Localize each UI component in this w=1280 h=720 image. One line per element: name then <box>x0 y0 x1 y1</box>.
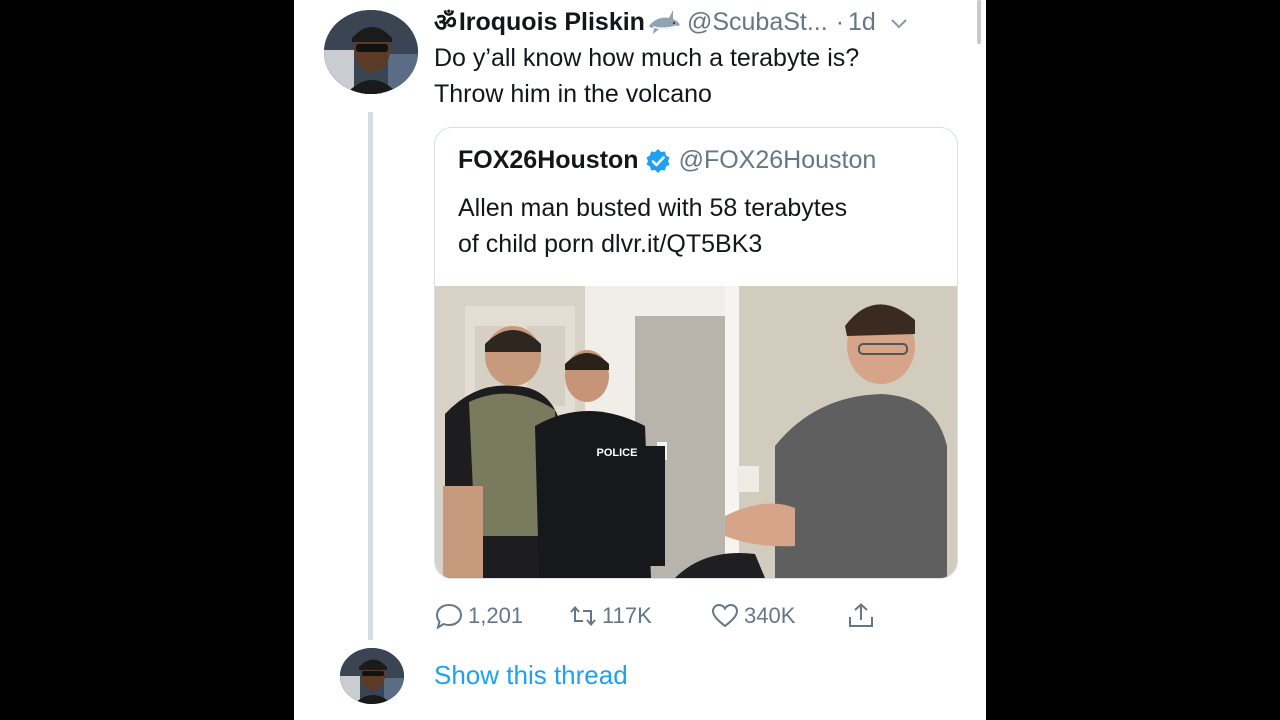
quoted-author-handle[interactable]: @FOX26Houston <box>679 146 877 175</box>
action-bar: 1,201 117K 340K <box>434 596 894 636</box>
show-thread-link[interactable]: Show this thread <box>434 660 628 691</box>
share-icon <box>846 601 876 631</box>
reply-icon <box>434 601 464 631</box>
om-symbol: ॐ <box>434 9 457 37</box>
share-button[interactable] <box>846 596 880 636</box>
thread-connector-line <box>368 112 373 640</box>
quoted-text-line: Allen man busted with 58 terabytes <box>458 194 848 222</box>
retweet-count: 117K <box>602 603 652 628</box>
police-vest-text: POLICE <box>597 447 638 459</box>
reply-button[interactable]: 1,201 <box>434 596 523 636</box>
author-handle[interactable]: @ScubaSt... <box>687 8 828 37</box>
tweet-text-line: Do y’all know how much a terabyte is? <box>434 44 860 72</box>
retweet-icon <box>568 601 598 631</box>
quoted-tweet-card[interactable]: FOX26Houston @FOX26Houston Allen man bus… <box>434 127 958 579</box>
heart-icon <box>710 601 740 631</box>
author-name[interactable]: Iroquois Pliskin <box>459 8 645 37</box>
tweet-header: ॐ Iroquois Pliskin @ScubaSt... · 1d <box>434 4 908 40</box>
quoted-tweet-text: Allen man busted with 58 terabytes of ch… <box>458 190 938 262</box>
separator-dot: · <box>835 7 845 36</box>
shark-icon <box>647 8 681 36</box>
chevron-down-icon[interactable] <box>890 14 908 32</box>
verified-badge-icon <box>645 148 671 174</box>
quoted-author-name[interactable]: FOX26Houston <box>458 146 639 175</box>
reply-count: 1,201 <box>468 603 524 628</box>
like-button[interactable]: 340K <box>710 596 795 636</box>
author-avatar[interactable] <box>324 10 418 94</box>
scrollbar[interactable] <box>977 0 981 44</box>
tweet-text: Do y’all know how much a terabyte is? Th… <box>434 40 974 112</box>
retweet-button[interactable]: 117K <box>568 596 652 636</box>
quoted-tweet-photo[interactable]: POLICE <box>435 286 957 578</box>
quoted-text-line: of child porn dlvr.it/QT5BK3 <box>458 230 763 258</box>
like-count: 340K <box>744 603 796 628</box>
thread-author-avatar[interactable] <box>340 648 404 704</box>
tweet-text-line: Throw him in the volcano <box>434 80 712 108</box>
tweet-timestamp[interactable]: 1d <box>848 8 876 37</box>
quoted-tweet-header: FOX26Houston @FOX26Houston <box>458 146 876 175</box>
